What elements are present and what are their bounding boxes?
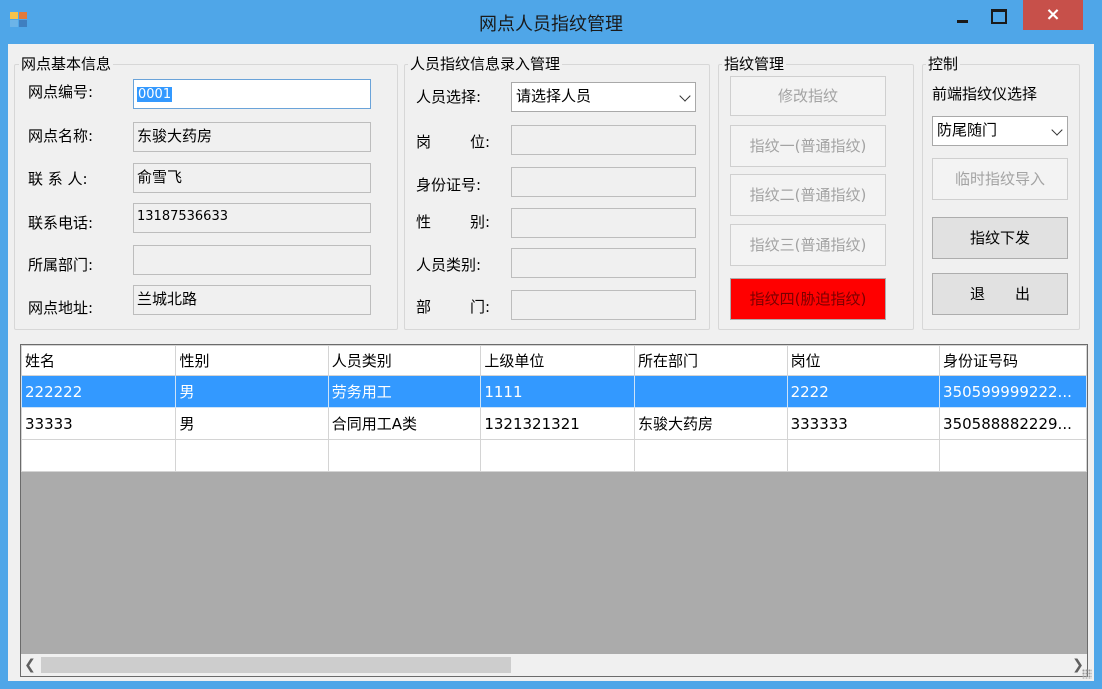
person-select-label: 人员选择: <box>416 88 482 106</box>
table-row-new[interactable] <box>21 439 1087 472</box>
table-cell[interactable] <box>175 439 329 472</box>
table-cell[interactable]: 350599999222... <box>939 375 1087 408</box>
gender-field[interactable] <box>511 208 696 238</box>
code-field[interactable]: 0001 <box>133 79 371 109</box>
dept-field[interactable] <box>133 245 371 275</box>
table-cell[interactable]: 1321321321 <box>480 407 636 440</box>
post-field[interactable] <box>511 125 696 155</box>
fingerprint-1-button[interactable]: 指纹一(普通指纹) <box>730 125 886 167</box>
modify-fingerprint-button[interactable]: 修改指纹 <box>730 76 886 116</box>
table-cell[interactable] <box>634 375 788 408</box>
client-area: 网点基本信息 网点编号: 0001 网点名称: 东骏大药房 联 系 人: 俞雪飞… <box>8 44 1094 681</box>
table-cell[interactable]: 男 <box>175 375 329 408</box>
phone-field[interactable]: 13187536633 <box>133 203 371 233</box>
table-row[interactable]: 33333 男 合同用工A类 1321321321 东骏大药房 333333 3… <box>21 407 1087 440</box>
table-row[interactable]: 222222 男 劳务用工 1111 2222 350599999222... <box>21 375 1087 408</box>
phone-label: 联系电话: <box>28 214 94 232</box>
post-label-b: 位: <box>470 133 491 151</box>
send-fingerprint-button[interactable]: 指纹下发 <box>932 217 1068 259</box>
type-label: 人员类别: <box>416 256 482 274</box>
personnel-table: 姓名 性别 人员类别 上级单位 所在部门 岗位 身份证号码 222222 男 劳… <box>21 345 1087 472</box>
basic-info-title: 网点基本信息 <box>19 55 114 73</box>
device-label: 前端指纹仪选择 <box>932 85 1038 103</box>
personnel-grid[interactable]: 姓名 性别 人员类别 上级单位 所在部门 岗位 身份证号码 222222 男 劳… <box>20 344 1088 677</box>
table-cell[interactable] <box>21 439 177 472</box>
table-cell[interactable]: 333333 <box>786 407 941 440</box>
type-field[interactable] <box>511 248 696 278</box>
person-select[interactable]: 请选择人员 <box>511 82 696 112</box>
gender-label-b: 别: <box>470 213 491 231</box>
window: 网点人员指纹管理 × 网点基本信息 网点编号: 0001 网点名称: 东骏大药房… <box>0 0 1102 689</box>
control-title: 控制 <box>926 55 961 73</box>
column-header-gender[interactable]: 性别 <box>175 345 329 376</box>
contact-label: 联 系 人: <box>28 170 88 188</box>
chevron-down-icon[interactable] <box>1051 124 1063 136</box>
code-label: 网点编号: <box>28 83 94 101</box>
table-cell[interactable]: 222222 <box>21 375 177 408</box>
temp-import-button[interactable]: 临时指纹导入 <box>932 158 1068 200</box>
window-title: 网点人员指纹管理 <box>479 14 623 35</box>
table-cell[interactable]: 350588882229... <box>939 407 1087 440</box>
name-field[interactable]: 东骏大药房 <box>133 122 371 152</box>
title-bar[interactable]: 网点人员指纹管理 × <box>0 0 1102 44</box>
table-cell[interactable]: 东骏大药房 <box>634 407 788 440</box>
column-header-name[interactable]: 姓名 <box>21 345 177 376</box>
contact-field[interactable]: 俞雪飞 <box>133 163 371 193</box>
person-dept-label-a: 部 <box>416 298 432 316</box>
table-cell[interactable]: 合同用工A类 <box>327 407 482 440</box>
fingerprint-3-button[interactable]: 指纹三(普通指纹) <box>730 224 886 266</box>
table-cell[interactable]: 2222 <box>786 375 941 408</box>
table-header-row: 姓名 性别 人员类别 上级单位 所在部门 岗位 身份证号码 <box>21 345 1087 376</box>
name-label: 网点名称: <box>28 127 94 145</box>
table-cell[interactable]: 劳务用工 <box>327 375 482 408</box>
id-field[interactable] <box>511 167 696 197</box>
column-header-id[interactable]: 身份证号码 <box>939 345 1087 376</box>
close-button[interactable]: × <box>1023 0 1083 30</box>
person-select-value: 请选择人员 <box>516 87 592 105</box>
minimize-button[interactable] <box>946 0 980 30</box>
post-label-a: 岗 <box>416 133 432 151</box>
device-select-value: 防尾随门 <box>937 121 998 139</box>
exit-button[interactable]: 退 出 <box>932 273 1068 315</box>
scrollbar-thumb[interactable] <box>41 657 511 673</box>
fingerprint-title: 指纹管理 <box>722 55 787 73</box>
person-dept-label-b: 门: <box>470 298 491 316</box>
table-cell[interactable] <box>634 439 788 472</box>
dept-label: 所属部门: <box>28 256 94 274</box>
resize-grip-icon[interactable] <box>1082 669 1092 679</box>
fingerprint-4-duress-button[interactable]: 指纹四(胁迫指纹) <box>730 278 886 320</box>
table-cell[interactable] <box>939 439 1087 472</box>
chevron-down-icon[interactable] <box>679 90 691 102</box>
maximize-button[interactable] <box>980 0 1014 30</box>
table-cell[interactable] <box>786 439 941 472</box>
device-select[interactable]: 防尾随门 <box>932 116 1068 146</box>
fingerprint-2-button[interactable]: 指纹二(普通指纹) <box>730 174 886 216</box>
gender-label-a: 性 <box>416 213 432 231</box>
column-header-type[interactable]: 人员类别 <box>327 345 482 376</box>
column-header-parent-unit[interactable]: 上级单位 <box>480 345 636 376</box>
person-info-title: 人员指纹信息录入管理 <box>408 55 563 73</box>
table-cell[interactable] <box>480 439 636 472</box>
column-header-post[interactable]: 岗位 <box>786 345 941 376</box>
table-cell[interactable]: 33333 <box>21 407 177 440</box>
table-cell[interactable] <box>327 439 482 472</box>
column-header-dept[interactable]: 所在部门 <box>634 345 788 376</box>
scroll-left-icon[interactable]: ❮ <box>21 654 39 676</box>
horizontal-scrollbar[interactable]: ❮ ❯ <box>21 654 1087 676</box>
table-cell[interactable]: 男 <box>175 407 329 440</box>
address-field[interactable]: 兰城北路 <box>133 285 371 315</box>
address-label: 网点地址: <box>28 299 94 317</box>
table-cell[interactable]: 1111 <box>480 375 636 408</box>
code-value: 0001 <box>137 87 173 102</box>
id-label: 身份证号: <box>416 176 482 194</box>
person-dept-field[interactable] <box>511 290 696 320</box>
